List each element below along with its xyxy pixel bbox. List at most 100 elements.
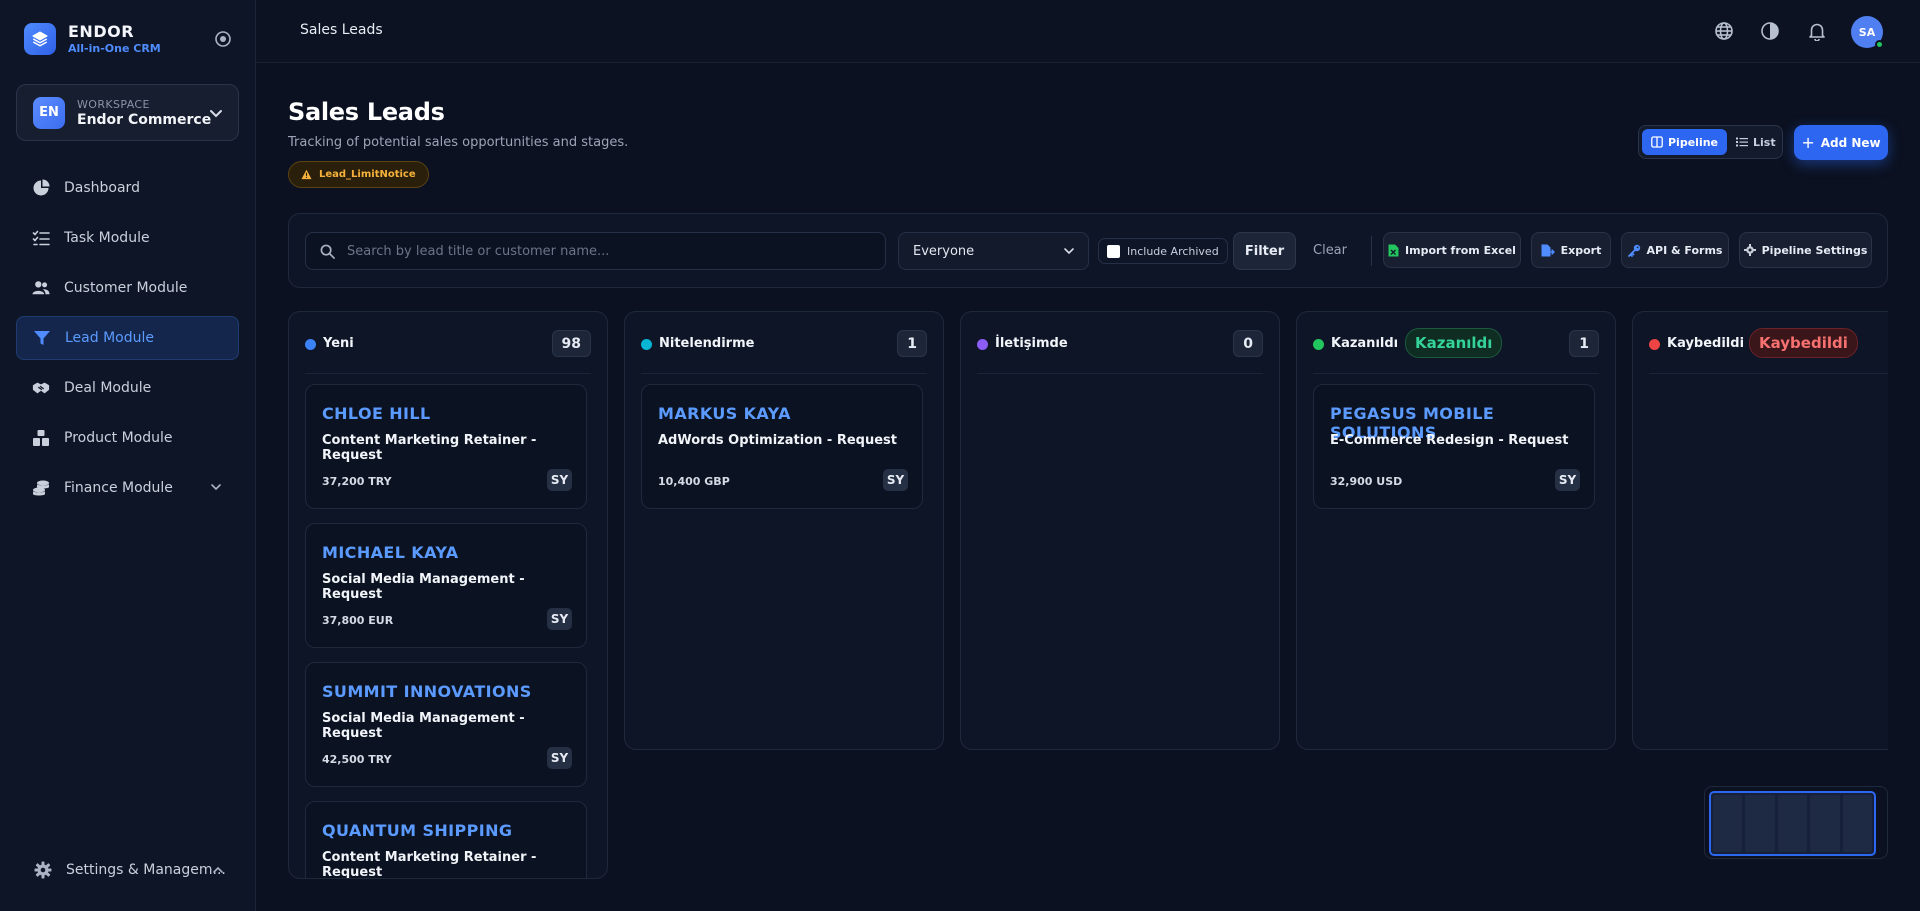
excel-file-icon	[1388, 244, 1399, 256]
sidebar-item-finance[interactable]: Finance Module	[16, 466, 239, 510]
stage-color-dot	[977, 339, 988, 350]
pie-chart-icon	[32, 179, 50, 197]
filter-button[interactable]: Filter	[1233, 232, 1296, 270]
bell-icon[interactable]	[1807, 21, 1827, 42]
card-owner-avatar: SY	[883, 469, 908, 491]
export-label: Export	[1560, 243, 1602, 257]
minimap-column	[1713, 795, 1743, 852]
pipeline-column-yeni: Yeni 98 CHLOE HILL Content Marketing Ret…	[288, 311, 608, 879]
chevron-down-icon	[1064, 248, 1074, 255]
pipeline-view-button[interactable]: Pipeline	[1642, 129, 1727, 155]
chevron-up-icon	[211, 863, 225, 877]
sidebar-item-product[interactable]: Product Module	[16, 416, 239, 460]
export-button[interactable]: Export	[1531, 232, 1611, 268]
sidebar-item-task[interactable]: Task Module	[16, 216, 239, 260]
column-header: Kazanıldı Kazanıldı 1	[1313, 312, 1599, 374]
column-title: Nitelendirme	[659, 336, 755, 351]
card-company: MARKUS KAYA	[658, 404, 791, 423]
include-archived-checkbox[interactable]	[1107, 244, 1120, 258]
page-subtitle: Tracking of potential sales opportunitie…	[288, 135, 629, 150]
lost-stage-tag: Kaybedildi	[1749, 328, 1858, 358]
board-minimap[interactable]	[1704, 786, 1888, 859]
card-amount: 37,800 EUR	[322, 614, 394, 627]
layers-logo-icon	[24, 22, 56, 55]
sidebar-item-deal[interactable]: Deal Module	[16, 366, 239, 410]
column-header: Kaybedildi Kaybedildi	[1649, 312, 1888, 374]
column-header: Nitelendirme 1	[641, 312, 927, 374]
stage-color-dot	[1649, 339, 1660, 350]
card-owner-avatar: SY	[547, 608, 572, 630]
plus-icon: +	[1801, 133, 1815, 152]
card-amount: 10,400 GBP	[658, 475, 730, 488]
sidebar-item-label: Product Module	[64, 430, 173, 446]
column-count-badge: 1	[897, 330, 927, 357]
lead-card[interactable]: SUMMIT INNOVATIONS Social Media Manageme…	[305, 662, 587, 787]
workspace-switcher[interactable]: EN WORKSPACE Endor Commerce	[16, 84, 239, 141]
card-owner-avatar: SY	[547, 747, 572, 769]
pipeline-settings-button[interactable]: Pipeline Settings	[1739, 232, 1872, 268]
handshake-icon	[32, 379, 50, 397]
list-view-button[interactable]: List	[1727, 129, 1785, 155]
sidebar-nav: Dashboard Task Module Customer Module Le…	[16, 166, 239, 516]
owner-select[interactable]: Everyone	[898, 232, 1089, 270]
include-archived-toggle[interactable]: Include Archived	[1098, 238, 1228, 264]
lead-card[interactable]: MICHAEL KAYA Social Media Management - R…	[305, 523, 587, 648]
lead-card[interactable]: PEGASUS MOBILE SOLUTIONS E-Commerce Rede…	[1313, 384, 1595, 509]
won-stage-tag: Kazanıldı	[1405, 328, 1503, 358]
globe-icon[interactable]	[1714, 21, 1734, 41]
minimap-viewport[interactable]	[1709, 791, 1876, 856]
gear-icon	[1743, 244, 1756, 256]
brand[interactable]: ENDOR All-in-One CRM	[24, 22, 161, 55]
sidebar-item-lead[interactable]: Lead Module	[16, 316, 239, 360]
card-title: Social Media Management - Request	[322, 572, 525, 602]
theme-toggle-icon[interactable]	[1760, 21, 1780, 41]
search-input[interactable]	[347, 243, 867, 259]
column-header: İletişimde 0	[977, 312, 1263, 374]
clear-button[interactable]: Clear	[1313, 243, 1347, 258]
divider	[1371, 236, 1372, 266]
app-tagline: All-in-One CRM	[68, 42, 161, 55]
gear-icon	[34, 861, 52, 879]
column-title: Kaybedildi	[1667, 336, 1745, 351]
notice-text: Lead_LimitNotice	[319, 169, 416, 180]
limit-notice-badge: Lead_LimitNotice	[288, 161, 429, 188]
minimap-column	[1842, 795, 1873, 852]
lead-card[interactable]: QUANTUM SHIPPING Content Marketing Retai…	[305, 801, 587, 878]
column-count-badge: 98	[551, 330, 591, 357]
sidebar-item-label: Task Module	[64, 230, 150, 246]
pipeline-column-kaybedildi: Kaybedildi Kaybedildi	[1632, 311, 1888, 750]
lead-card[interactable]: CHLOE HILL Content Marketing Retainer - …	[305, 384, 587, 509]
column-count-badge: 0	[1233, 330, 1263, 357]
lead-card[interactable]: MARKUS KAYA AdWords Optimization - Reque…	[641, 384, 923, 509]
add-new-label: Add New	[1820, 135, 1881, 150]
card-owner-avatar: SY	[547, 469, 572, 491]
sidebar-item-label: Customer Module	[64, 280, 188, 296]
breadcrumb: Sales Leads	[300, 22, 383, 38]
card-company: CHLOE HILL	[322, 404, 431, 423]
card-amount: 42,500 TRY	[322, 753, 392, 766]
card-title: Content Marketing Retainer - Request	[322, 433, 537, 463]
import-excel-button[interactable]: Import from Excel	[1383, 232, 1521, 268]
stage-color-dot	[305, 339, 316, 350]
sidebar-item-label: Finance Module	[64, 480, 173, 496]
card-amount: 37,200 TRY	[322, 475, 392, 488]
import-label: Import from Excel	[1405, 243, 1516, 257]
card-company: MICHAEL KAYA	[322, 543, 459, 562]
column-title: İletişimde	[995, 336, 1068, 351]
sidebar-item-dashboard[interactable]: Dashboard	[16, 166, 239, 210]
file-export-icon	[1541, 244, 1555, 256]
sidebar-item-label: Deal Module	[64, 380, 152, 396]
collapse-sidebar-icon[interactable]	[214, 30, 232, 48]
column-count-badge: 1	[1569, 330, 1599, 357]
column-title: Kazanıldı	[1331, 336, 1399, 351]
sidebar-item-settings[interactable]: Settings & Managem...	[16, 848, 239, 892]
add-new-button[interactable]: + Add New	[1794, 125, 1888, 160]
card-title: AdWords Optimization - Request	[658, 433, 897, 448]
card-company: QUANTUM SHIPPING	[322, 821, 513, 840]
app-name: ENDOR	[68, 22, 135, 41]
api-forms-button[interactable]: API & Forms	[1621, 232, 1729, 268]
checklist-icon	[32, 229, 50, 247]
coins-icon	[32, 479, 50, 497]
sidebar-item-customer[interactable]: Customer Module	[16, 266, 239, 310]
stage-color-dot	[1313, 339, 1324, 350]
